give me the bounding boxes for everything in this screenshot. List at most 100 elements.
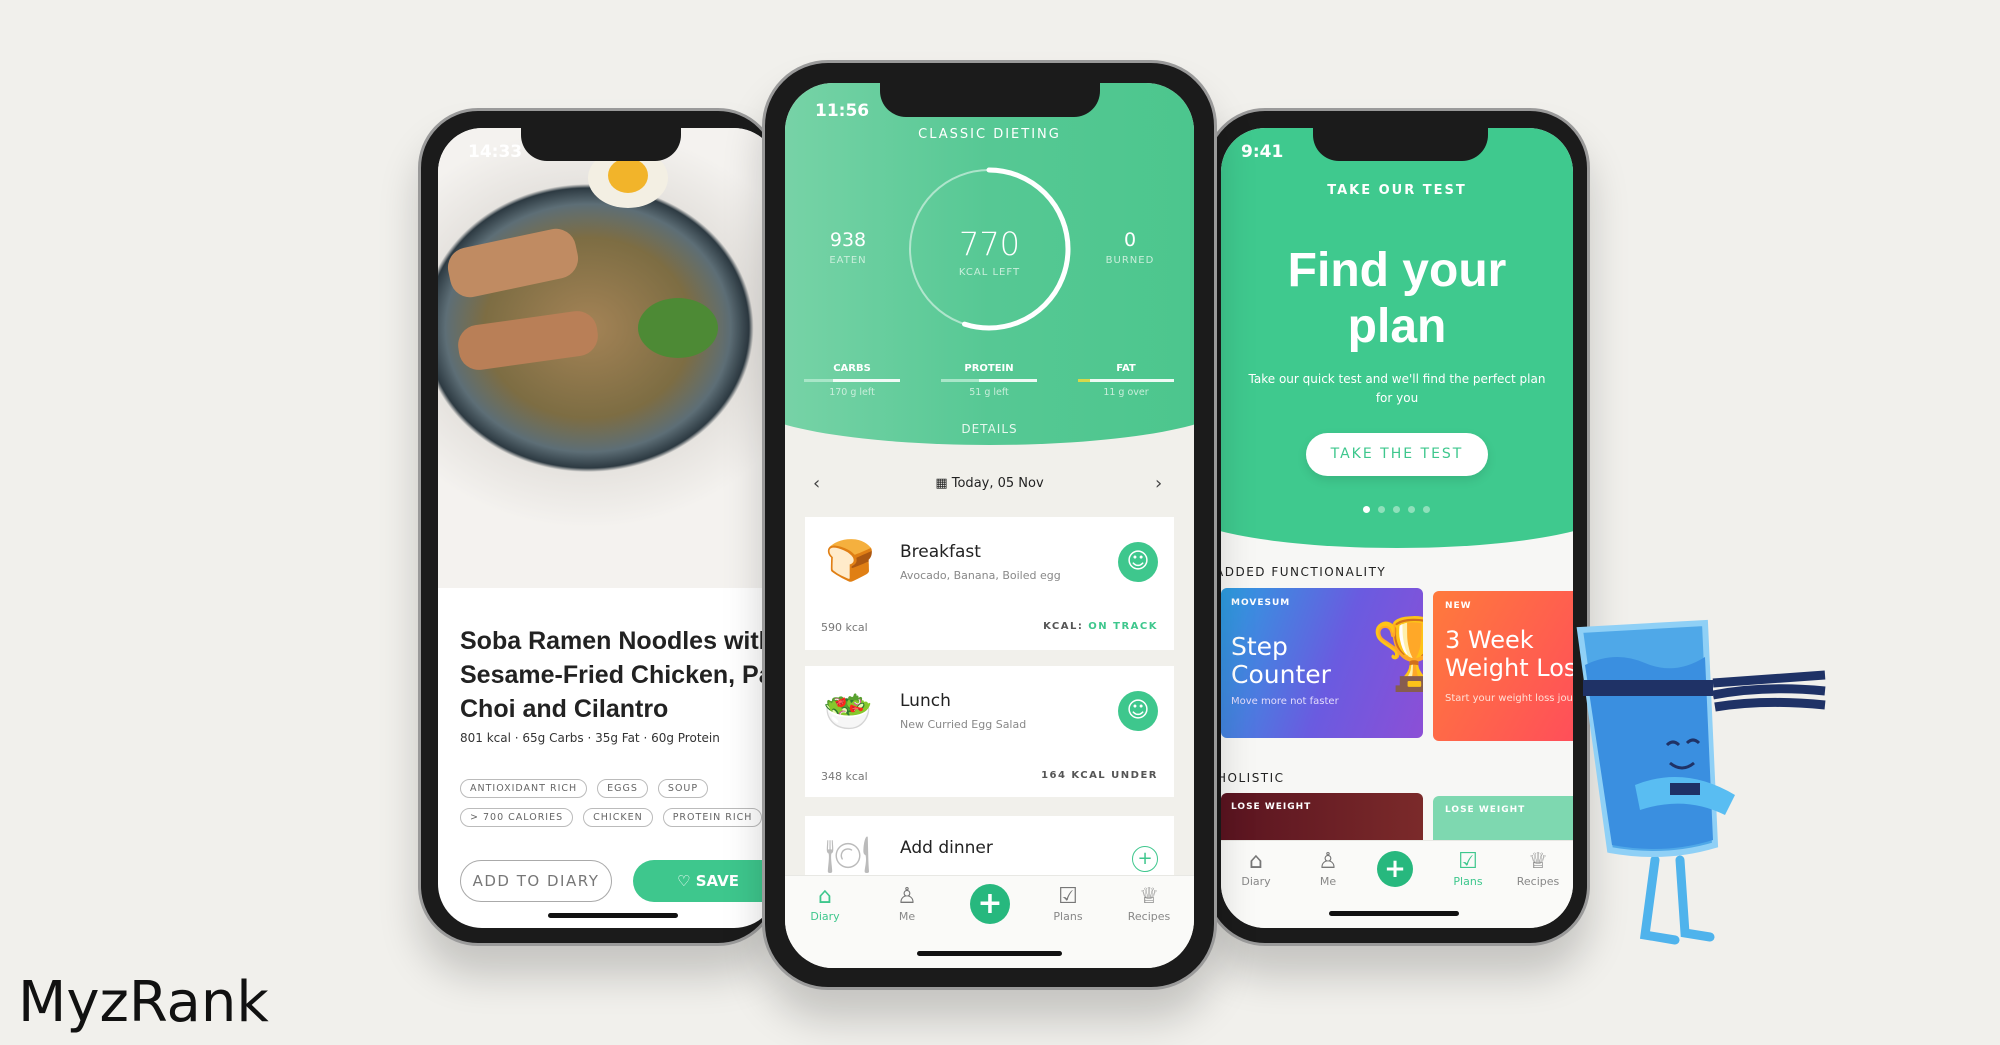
save-label: SAVE [695,872,739,890]
macro-fat: FAT 11 g over [1078,363,1174,398]
macro-progress-bar [1078,379,1174,382]
macro-label: FAT [1116,363,1136,374]
tag[interactable]: CHICKEN [583,808,653,827]
cloche-icon: 🍽 [825,835,871,876]
tab-label: Recipes [1127,910,1171,923]
recipe-phone: 14:33 Soba Ramen Noodles with Sesame-Fri… [418,108,778,946]
chef-hat-icon: ♕ [1139,884,1159,909]
meal-title: Lunch [900,691,951,711]
title-line: Soba Ramen Noodles with [460,627,774,655]
plan-card-weight-loss[interactable]: NEW 3 Week Weight Loss Start your weight… [1433,591,1573,741]
home-indicator[interactable] [1329,911,1459,916]
home-icon: ⌂ [1249,849,1263,874]
next-day-button[interactable]: › [1155,473,1162,494]
card-subtitle: Start your weight loss journey [1445,693,1573,704]
trophy-icon: 🏆 [1371,613,1423,695]
tab-label: Diary [1241,875,1271,888]
smiley-icon: ☺ [1118,691,1158,731]
macro-carbs: CARBS 170 g left [804,363,900,398]
home-indicator[interactable] [548,913,678,918]
card-kicker: LOSE WEIGHT [1231,802,1312,812]
macro-label: CARBS [833,363,871,374]
tab-me[interactable]: ♙ Me [1293,849,1363,888]
card-title: 3 Week Weight Loss [1445,626,1573,682]
macro-label: PROTEIN [964,363,1014,374]
take-the-test-button[interactable]: TAKE THE TEST [1306,433,1488,476]
meal-items: Avocado, Banana, Boiled egg [900,569,1061,582]
tab-diary[interactable]: ⌂ Diary [1221,849,1291,888]
card-title-line: 3 Week [1445,626,1534,654]
recipe-nutrition: 801 kcal · 65g Carbs · 35g Fat · 60g Pro… [460,731,720,745]
tab-diary[interactable]: ⌂ Diary [790,884,860,923]
meal-card-lunch[interactable]: 🥗 Lunch New Curried Egg Salad ☺ 348 kcal… [805,666,1174,797]
add-button[interactable]: + [970,884,1010,924]
card-title-line: Step [1231,632,1288,661]
meal-card-breakfast[interactable]: 🍞 Breakfast Avocado, Banana, Boiled egg … [805,517,1174,650]
meal-kcal: 348 kcal [821,770,868,783]
tab-recipes[interactable]: ♕ Recipes [1503,849,1573,888]
plan-card-step-counter[interactable]: 🏆 MOVESUM Step Counter Move more not fas… [1221,588,1423,738]
smiley-icon: ☺ [1118,542,1158,582]
card-subtitle: Move more not faster [1231,696,1339,707]
status-prefix: KCAL: [1043,621,1089,632]
add-dinner-button[interactable]: + [1132,846,1158,872]
save-button[interactable]: ♡ SAVE [633,860,778,902]
title-line: Sesame-Fried Chicken, Pak [460,661,778,689]
title-line: Choi and Cilantro [460,695,669,723]
add-button[interactable]: + [1377,851,1413,887]
tab-label: Plans [1053,910,1083,923]
carousel-dots[interactable] [1363,506,1433,513]
salad-bowl-icon: 🥗 [823,689,873,735]
tab-plans[interactable]: ☑ Plans [1033,884,1103,923]
person-icon: ♙ [1318,849,1338,874]
tab-me[interactable]: ♙ Me [872,884,942,923]
macro-protein: PROTEIN 51 g left [941,363,1037,398]
hero-headline: Find your plan [1221,243,1573,355]
macro-sub: 11 g over [1103,387,1149,398]
add-to-diary-button[interactable]: ADD TO DIARY [460,860,612,902]
tag[interactable]: PROTEIN RICH [662,808,763,827]
recipe-screen: 14:33 Soba Ramen Noodles with Sesame-Fri… [438,128,778,928]
tab-bar: ⌂ Diary ♙ Me + ☑ Plans ♕ Recipes [1221,840,1573,928]
notch [521,125,681,161]
card-kicker: NEW [1445,601,1472,611]
chef-hat-icon: ♕ [1528,849,1548,874]
meal-items: New Curried Egg Salad [900,718,1027,731]
tag[interactable]: ANTIOXIDANT RICH [460,779,588,798]
tag[interactable]: > 700 CALORIES [460,808,574,827]
tab-label: Me [1319,875,1337,888]
plan-name: CLASSIC DIETING [918,127,1061,142]
calendar-check-icon: ☑ [1458,849,1478,874]
date-selector[interactable]: ▦ Today, 05 Nov [785,476,1194,491]
plans-screen: 9:41 TAKE OUR TEST Find your plan Take o… [1221,128,1573,928]
calendar-icon: ▦ [935,476,948,491]
home-icon: ⌂ [818,884,832,909]
heart-icon: ♡ [677,872,691,890]
card-title-line: Weight Loss [1445,654,1573,682]
subtitle-line: for you [1375,391,1419,405]
macro-sub: 170 g left [829,387,875,398]
home-indicator[interactable] [917,951,1062,956]
tags-row-2: > 700 CALORIESCHICKENPROTEIN RICH... [460,805,778,827]
section-title: ADDED FUNCTIONALITY [1221,565,1387,579]
tab-label: Me [898,910,916,923]
details-link[interactable]: DETAILS [785,422,1194,436]
tag[interactable]: EGGS [597,779,648,798]
diary-screen: 11:56 CLASSIC DIETING 770 KCAL LEFT 938 … [785,83,1194,968]
hero-kicker: TAKE OUR TEST [1327,183,1467,198]
tab-bar: ⌂ Diary ♙ Me + ☑ Plans ♕ Recipes [785,875,1194,968]
tab-recipes[interactable]: ♕ Recipes [1114,884,1184,923]
meal-status: KCAL: ON TRACK [1043,621,1158,632]
diary-phone: 11:56 CLASSIC DIETING 770 KCAL LEFT 938 … [762,60,1217,990]
hero-subtitle: Take our quick test and we'll find the p… [1221,370,1573,408]
tag[interactable]: SOUP [657,779,709,798]
status-time: 11:56 [815,101,870,121]
watermark: MyzRank [18,970,269,1035]
notch [1313,125,1488,161]
tab-label: Diary [810,910,840,923]
section-title: HOLISTIC [1221,771,1285,785]
tab-plans[interactable]: ☑ Plans [1433,849,1503,888]
macro-progress-bar [941,379,1037,382]
macro-progress-bar [804,379,900,382]
status-time: 9:41 [1241,142,1284,162]
